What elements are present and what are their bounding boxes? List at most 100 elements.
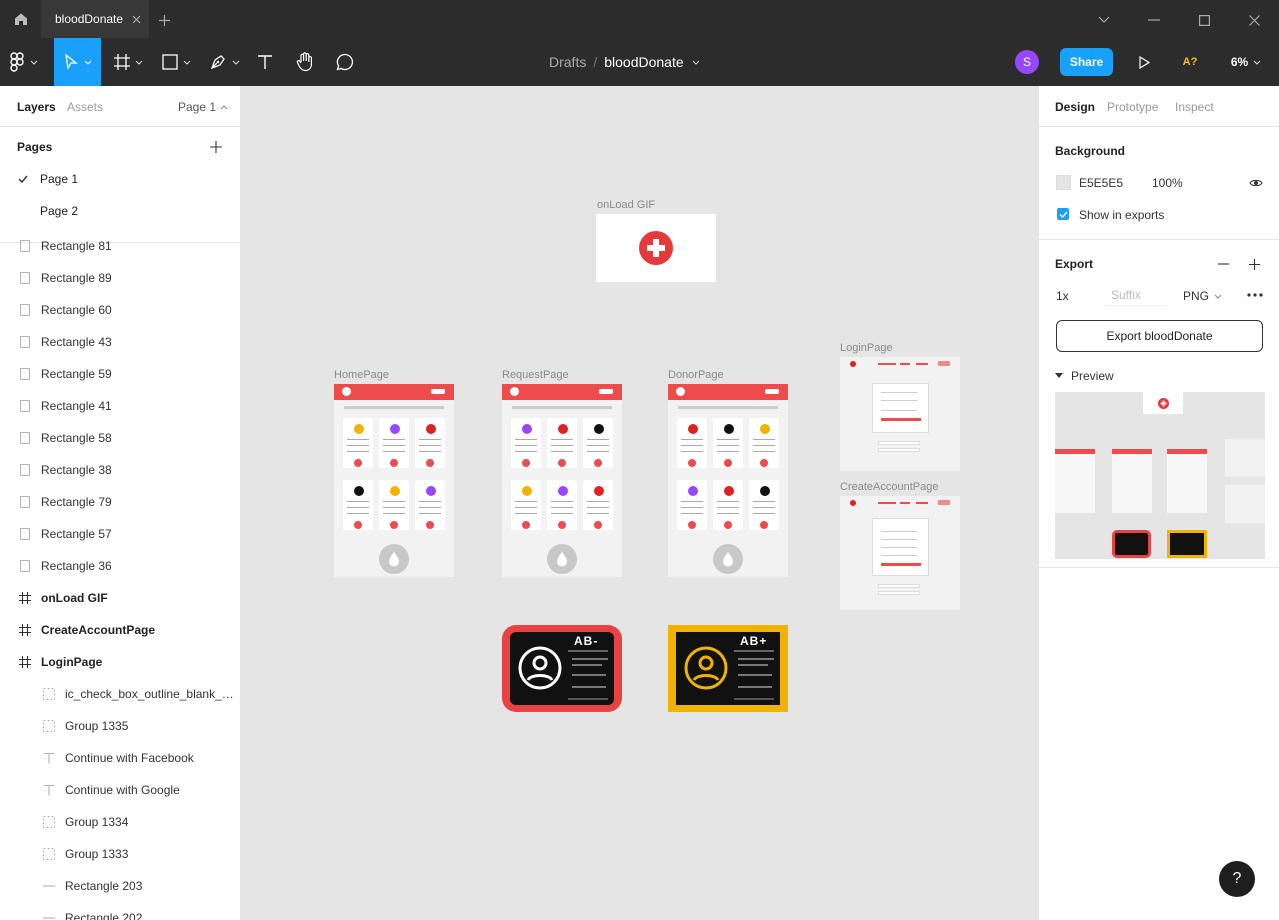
layer-item[interactable]: CreateAccountPage [0, 614, 240, 646]
page-selector[interactable]: Page 1 [178, 100, 228, 114]
tab-assets[interactable]: Assets [67, 100, 103, 114]
layer-label: Group 1334 [65, 815, 129, 829]
show-in-exports-checkbox[interactable] [1057, 208, 1069, 220]
help-button[interactable]: ? [1219, 861, 1255, 897]
donorpage-frame[interactable] [668, 384, 788, 577]
layer-item[interactable]: Rectangle 202 [0, 902, 240, 920]
chevron-down-icon[interactable] [692, 60, 700, 65]
frame-label-homepage[interactable]: HomePage [334, 369, 389, 381]
tab-bar: bloodDonate [0, 0, 1279, 38]
export-button[interactable]: Export bloodDonate [1056, 320, 1263, 352]
frame-icon [17, 654, 33, 670]
eye-icon[interactable] [1247, 175, 1265, 191]
background-opacity[interactable]: 100% [1152, 176, 1183, 190]
close-window-icon[interactable] [1246, 12, 1262, 28]
page-item[interactable]: Page 1 [0, 163, 240, 195]
mock-plus-button [760, 521, 768, 529]
text-tool-button[interactable] [250, 38, 280, 86]
layer-item[interactable]: Rectangle 59 [0, 358, 240, 390]
mock-plus-button [594, 459, 602, 467]
layer-item[interactable]: Rectangle 89 [0, 262, 240, 294]
tab-inspect[interactable]: Inspect [1175, 100, 1214, 114]
mock-avatar [724, 486, 734, 496]
canvas[interactable]: onLoad GIF HomePage RequestPage DonorPag… [241, 86, 1038, 920]
home-icon[interactable] [0, 0, 41, 38]
page-item[interactable]: Page 2 [0, 195, 240, 227]
tab-prototype[interactable]: Prototype [1107, 100, 1158, 114]
layer-item[interactable]: ic_check_box_outline_blank_2... [0, 678, 240, 710]
tab-layers[interactable]: Layers [17, 100, 56, 114]
move-tool-button[interactable] [54, 38, 101, 86]
rectangle-icon [17, 398, 33, 414]
layer-item[interactable]: Rectangle 41 [0, 390, 240, 422]
export-format-dropdown[interactable]: PNG [1183, 289, 1222, 303]
close-tab-icon[interactable] [129, 12, 143, 26]
avatar[interactable]: S [1015, 50, 1039, 74]
present-play-icon[interactable] [1134, 52, 1154, 72]
mock-text-line [515, 445, 537, 446]
chevron-down-icon[interactable] [1096, 12, 1112, 28]
rectangle-tool-button[interactable] [154, 38, 198, 86]
add-page-icon[interactable] [208, 139, 224, 155]
minimize-icon[interactable] [1146, 12, 1162, 28]
more-options-icon[interactable] [1245, 287, 1265, 303]
mock-plus-button [390, 459, 398, 467]
share-button[interactable]: Share [1060, 48, 1113, 76]
layer-item[interactable]: Rectangle 43 [0, 326, 240, 358]
layer-item[interactable]: LoginPage [0, 646, 240, 678]
export-scale[interactable]: 1x [1056, 289, 1069, 303]
layer-item[interactable]: Continue with Google [0, 774, 240, 806]
donor-card-ab-negative[interactable]: AB- [502, 625, 622, 712]
frame-tool-button[interactable] [106, 38, 150, 86]
main-menu-button[interactable] [0, 38, 48, 86]
layer-item[interactable]: onLoad GIF [0, 582, 240, 614]
add-export-icon[interactable] [1246, 256, 1262, 272]
hand-tool-button[interactable] [290, 38, 320, 86]
preview-toggle[interactable]: Preview [1055, 369, 1114, 383]
mock-header-button [599, 389, 613, 394]
mock-avatar [558, 424, 568, 434]
mock-text-line [717, 439, 739, 440]
accessibility-check-button[interactable]: A? [1176, 52, 1204, 72]
layer-item[interactable]: Rectangle 36 [0, 550, 240, 582]
breadcrumb-drafts[interactable]: Drafts [549, 54, 586, 70]
comment-tool-button[interactable] [330, 38, 360, 86]
layer-item[interactable]: Group 1335 [0, 710, 240, 742]
donor-card-ab-positive[interactable]: AB+ [668, 625, 788, 712]
frame-label-loginpage[interactable]: LoginPage [840, 342, 893, 354]
frame-label-onload[interactable]: onLoad GIF [597, 199, 655, 211]
pen-tool-button[interactable] [202, 38, 246, 86]
layer-item[interactable]: Rectangle 58 [0, 422, 240, 454]
layer-item[interactable]: Rectangle 81 [0, 230, 240, 262]
layer-item[interactable]: Continue with Facebook [0, 742, 240, 774]
medical-cross-icon [639, 231, 673, 265]
homepage-frame[interactable] [334, 384, 454, 577]
zoom-dropdown[interactable]: 6% [1224, 52, 1268, 72]
background-hex[interactable]: E5E5E5 [1079, 176, 1123, 190]
tab-design[interactable]: Design [1055, 100, 1095, 114]
layer-item[interactable]: Rectangle 38 [0, 454, 240, 486]
layers-panel: Layers Assets Page 1 Pages Page 1 Page 2 … [0, 86, 241, 920]
layer-item[interactable]: Rectangle 57 [0, 518, 240, 550]
frame-label-requestpage[interactable]: RequestPage [502, 369, 569, 381]
file-tab[interactable]: bloodDonate [41, 0, 149, 38]
layer-item[interactable]: Group 1334 [0, 806, 240, 838]
layer-item[interactable]: Rectangle 203 [0, 870, 240, 902]
maximize-icon[interactable] [1196, 12, 1212, 28]
requestpage-frame[interactable] [502, 384, 622, 577]
background-swatch[interactable] [1056, 175, 1071, 190]
export-suffix-input[interactable]: Suffix [1105, 284, 1167, 306]
frame-icon [17, 590, 33, 606]
frame-label-donorpage[interactable]: DonorPage [668, 369, 724, 381]
file-name[interactable]: bloodDonate [604, 54, 683, 70]
new-tab-icon[interactable] [155, 11, 173, 29]
createaccount-frame[interactable] [840, 496, 960, 610]
layer-item[interactable]: Group 1333 [0, 838, 240, 870]
remove-export-icon[interactable] [1215, 256, 1231, 272]
layer-item[interactable]: Rectangle 79 [0, 486, 240, 518]
page-selector-label: Page 1 [178, 100, 217, 114]
onload-frame[interactable] [596, 214, 716, 282]
loginpage-frame[interactable] [840, 357, 960, 471]
layer-item[interactable]: Rectangle 60 [0, 294, 240, 326]
frame-label-createaccount[interactable]: CreateAccountPage [840, 481, 938, 493]
